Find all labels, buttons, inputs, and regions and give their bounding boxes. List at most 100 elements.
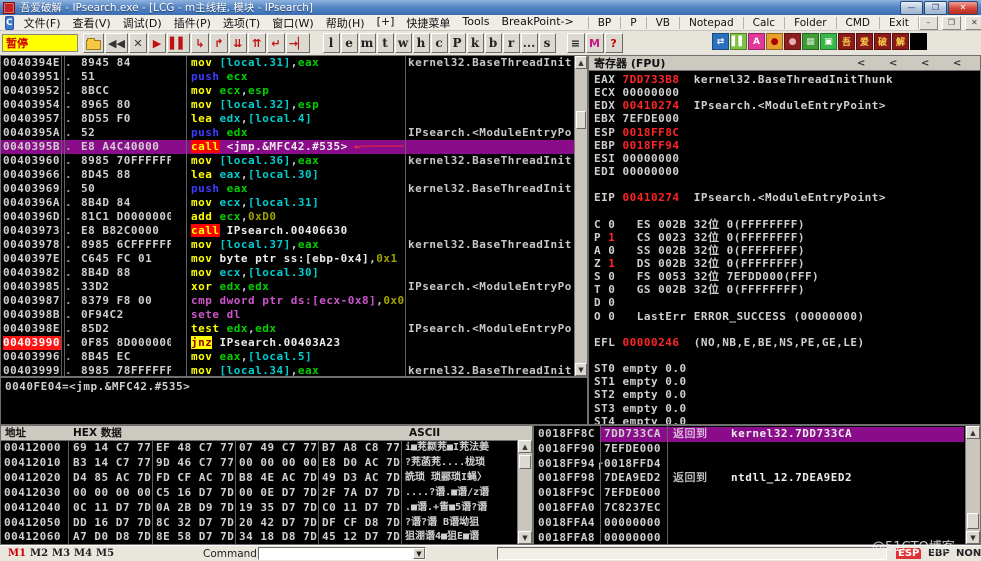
po-icon[interactable]: 破 xyxy=(874,33,891,50)
flag-row[interactable]: A 0 SS 002B 32位 0(FFFFFFFF) xyxy=(594,244,978,257)
disasm-row[interactable]: 0040397E.C645 FC 01mov byte ptr ss:[ebp-… xyxy=(1,252,574,266)
menu-item-1[interactable]: 查看(V) xyxy=(67,15,117,31)
pause-green-icon[interactable]: ▌▌ xyxy=(730,33,747,50)
letter-button-w[interactable]: w xyxy=(395,33,412,53)
disasm-row[interactable]: 00403973.E8 B82C0000call IPsearch.004066… xyxy=(1,224,574,238)
stack-row[interactable]: 0018FFA07C8237EC xyxy=(534,501,965,516)
step-over-button[interactable]: ↱ xyxy=(210,33,228,53)
menu-item-7[interactable]: [+] xyxy=(371,15,401,31)
disasm-row[interactable]: 00403966.8D45 88lea eax,[local.30] xyxy=(1,168,574,182)
scroll-up-icon[interactable]: ▲ xyxy=(966,426,980,439)
disasm-row[interactable]: 0040398E.85D2test edx,edxIPsearch.<Modul… xyxy=(1,322,574,336)
open-file-button[interactable] xyxy=(83,33,104,53)
scroll-down-icon[interactable]: ▼ xyxy=(966,531,980,544)
menu-tool-cmd[interactable]: CMD xyxy=(836,17,879,29)
register-row[interactable]: EIP 00410274 IPsearch.<ModuleEntryPoint> xyxy=(594,191,978,204)
dump-row[interactable]: 00412060A7 D0 D8 7D8E 58 D7 7D34 18 D8 7… xyxy=(1,530,516,545)
disasm-row[interactable]: 0040394E.8945 84mov [local.31],eaxkernel… xyxy=(1,56,574,70)
letter-button-c[interactable]: c xyxy=(431,33,448,53)
dump-row[interactable]: 004120400C 11 D7 7D0A 2B D9 7D19 35 D7 7… xyxy=(1,501,516,516)
register-row[interactable]: EAX 7DD733B8 kernel32.BaseThreadInitThun… xyxy=(594,73,978,86)
disasm-row[interactable]: 0040398B.0F94C2sete dl xyxy=(1,308,574,322)
memory-tab-m2[interactable]: M2 xyxy=(30,548,48,559)
letter-button-l[interactable]: l xyxy=(323,33,340,53)
jie-icon[interactable]: 解 xyxy=(892,33,909,50)
register-row[interactable]: EBP 0018FF94 xyxy=(594,139,978,152)
disasm-row[interactable]: 0040395A.52push edxIPsearch.<ModuleEntry… xyxy=(1,126,574,140)
menu-item-5[interactable]: 窗口(W) xyxy=(266,15,319,31)
stack-pane[interactable]: 0018FF8C7DD733CA返回到kernel32.7DD733CA0018… xyxy=(533,425,981,545)
disasm-row[interactable]: 00403952.8BCCmov ecx,esp xyxy=(1,84,574,98)
dump-row[interactable]: 00412020D4 85 AC 7DFD CF AC 7DB8 4E AC 7… xyxy=(1,471,516,486)
command-input[interactable]: ▼ xyxy=(258,547,426,560)
letter-button-b[interactable]: b xyxy=(485,33,502,53)
fpu-st-row[interactable]: ST0 empty 0.0 xyxy=(594,362,978,375)
disasm-row[interactable]: 00403982.8B4D 88mov ecx,[local.30] xyxy=(1,266,574,280)
disassembly-pane[interactable]: 0040394E.8945 84mov [local.31],eaxkernel… xyxy=(0,55,588,377)
fpu-st-row[interactable]: ST1 empty 0.0 xyxy=(594,375,978,388)
record-icon[interactable]: ● xyxy=(766,33,783,50)
memory-tab-m5[interactable]: M5 xyxy=(96,548,114,559)
stack-row[interactable]: 0018FF9C7EFDE000 xyxy=(534,486,965,501)
registers-pane[interactable]: 寄存器 (FPU) < < < < EAX 7DD733B8 kernel32.… xyxy=(588,55,981,425)
scroll-thumb[interactable] xyxy=(519,455,531,469)
close-process-button[interactable]: ✕ xyxy=(129,33,147,53)
memory-tab-m1[interactable]: M1 xyxy=(8,548,26,559)
stack-row[interactable]: 0018FFA800000000 xyxy=(534,531,965,545)
flag-row[interactable]: P 1 CS 0023 32位 0(FFFFFFFF) xyxy=(594,231,978,244)
fpu-st-row[interactable]: ST3 empty 0.0 xyxy=(594,402,978,415)
disasm-row[interactable]: 00403951.51push ecx xyxy=(1,70,574,84)
stack-row[interactable]: 0018FF907EFDE000 xyxy=(534,442,965,457)
pause-button[interactable]: ▌▌ xyxy=(167,33,190,53)
dump-row[interactable]: 00412010B3 14 C7 779D 46 C7 7700 00 00 0… xyxy=(1,456,516,471)
menu-item-2[interactable]: 调试(D) xyxy=(117,15,168,31)
goto-button[interactable]: →▏ xyxy=(286,33,310,53)
ai-icon[interactable]: 爱 xyxy=(856,33,873,50)
letter-button-k[interactable]: k xyxy=(467,33,484,53)
letter-button-P[interactable]: P xyxy=(449,33,466,53)
dump-row[interactable]: 00412050DD 16 D7 7D8C 32 D7 7D20 42 D7 7… xyxy=(1,516,516,531)
register-row[interactable]: EDI 00000000 xyxy=(594,165,978,178)
menu-tool-bp[interactable]: BP xyxy=(588,17,621,29)
scope-icon[interactable]: ● xyxy=(784,33,801,50)
memory-tab-m4[interactable]: M4 xyxy=(74,548,92,559)
menu-tool-exit[interactable]: Exit xyxy=(879,17,919,29)
menu-item-4[interactable]: 选项(T) xyxy=(217,15,266,31)
disasm-row[interactable]: 00403999.8985 78FFFFFFmov [local.34],eax… xyxy=(1,364,574,377)
stack-row[interactable]: 0018FF8C7DD733CA返回到kernel32.7DD733CA xyxy=(534,427,965,442)
minimize-button[interactable]: — xyxy=(900,1,923,15)
fpu-st-row[interactable]: ST4 empty 0.0 xyxy=(594,415,978,425)
letter-button-h[interactable]: h xyxy=(413,33,430,53)
maximize-button[interactable]: ❐ xyxy=(924,1,947,15)
disasm-row[interactable]: 00403969.50push eaxkernel32.BaseThreadIn… xyxy=(1,182,574,196)
wu-icon[interactable]: 吾 xyxy=(838,33,855,50)
cpu-window-icon[interactable]: C xyxy=(5,16,14,30)
flag-row[interactable]: T 0 GS 002B 32位 0(FFFFFFFF) xyxy=(594,283,978,296)
close-button[interactable]: ✕ xyxy=(948,1,978,15)
step-into-button[interactable]: ↳ xyxy=(191,33,209,53)
menu-tool-folder[interactable]: Folder xyxy=(784,17,835,29)
letter-button-t[interactable]: t xyxy=(377,33,394,53)
register-row[interactable]: ESP 0018FF8C xyxy=(594,126,978,139)
black-swatch[interactable] xyxy=(910,33,927,50)
scroll-thumb[interactable] xyxy=(967,513,979,529)
chevron-left-icon[interactable]: < xyxy=(953,56,961,71)
menu-item-9[interactable]: Tools xyxy=(456,15,495,31)
scroll-thumb[interactable] xyxy=(576,111,586,129)
dump-row[interactable]: 0041203000 00 00 00C5 16 D7 7D00 0E D7 7… xyxy=(1,486,516,501)
flag-row[interactable]: O 0 LastErr ERROR_SUCCESS (00000000) xyxy=(594,310,978,323)
letter-button-r[interactable]: r xyxy=(503,33,520,53)
disasm-row[interactable]: 00403978.8985 6CFFFFFFmov [local.37],eax… xyxy=(1,238,574,252)
chevron-left-icon[interactable]: < xyxy=(921,56,929,71)
disasm-row[interactable]: 00403957.8D55 F0lea edx,[local.4] xyxy=(1,112,574,126)
disasm-row[interactable]: 00403954.8965 80mov [local.32],esp xyxy=(1,98,574,112)
disasm-row[interactable]: 0040396D.81C1 D0000000add ecx,0xD0 xyxy=(1,210,574,224)
scroll-up-icon[interactable]: ▲ xyxy=(575,56,587,69)
scroll-down-icon[interactable]: ▼ xyxy=(575,363,587,376)
menu-item-3[interactable]: 插件(P) xyxy=(168,15,217,31)
disasm-row[interactable]: 00403990.0F85 8D000000jnz IPsearch.00403… xyxy=(1,336,574,350)
menu-item-6[interactable]: 帮助(H) xyxy=(320,15,371,31)
stack-row[interactable]: 0018FF94┌0018FFD4 xyxy=(534,457,965,472)
grid-icon[interactable]: ▦ xyxy=(802,33,819,50)
eflags-row[interactable]: EFL 00000246 (NO,NB,E,BE,NS,PE,GE,LE) xyxy=(594,336,978,349)
